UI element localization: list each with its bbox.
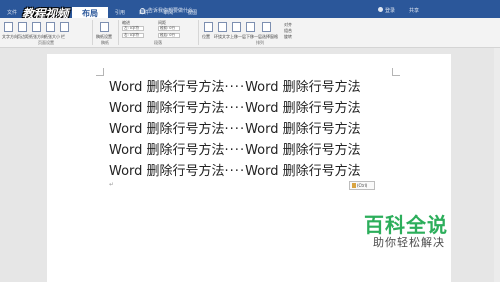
group-label-page-setup: 页面设置 xyxy=(38,40,54,45)
tab-references[interactable]: 引用 xyxy=(108,9,132,16)
ribbon-divider xyxy=(92,20,93,45)
margin-corner-mark xyxy=(96,68,104,76)
group-paragraph: 缩进 间距 左: 0字符 右: 0字符 段前: 0行 段后: 0行 段落 xyxy=(120,20,196,46)
group-label-paragraph: 段落 xyxy=(154,40,162,45)
group-page-setup: 文字方向 页边距 纸张方向 纸张大小 栏 页面设置 xyxy=(2,20,90,46)
text-line: Word 删除行号方法····Word 删除行号方法 xyxy=(109,164,361,179)
text-line: Word 删除行号方法····Word 删除行号方法 xyxy=(109,101,361,116)
share-button[interactable]: 共享 xyxy=(409,7,419,14)
clipboard-icon xyxy=(352,183,356,188)
space-after-field[interactable]: 段后: 0行 xyxy=(158,33,180,38)
bring-forward-icon[interactable] xyxy=(232,22,241,32)
selection-pane-icon[interactable] xyxy=(262,22,271,32)
columns-icon[interactable] xyxy=(60,22,69,32)
group-manuscript: 稿纸设置 稿纸 xyxy=(94,20,116,46)
baike-logo-subtitle: 助你轻松解决 xyxy=(373,236,445,249)
account-area: 登录 共享 xyxy=(378,7,419,14)
group-arrange: 位置 环绕文字 上移一层 下移一层 选择窗格 对齐 组合 旋转 排列 xyxy=(200,20,320,46)
ribbon-divider xyxy=(118,20,119,45)
size-icon[interactable] xyxy=(46,22,55,32)
lightbulb-icon xyxy=(140,7,145,14)
document-body[interactable]: Word 删除行号方法····Word 删除行号方法 Word 删除行号方法··… xyxy=(109,80,361,185)
space-before-field[interactable]: 段前: 0行 xyxy=(158,26,180,31)
paste-options-button[interactable]: (Ctrl) xyxy=(349,181,375,190)
group-label-arrange: 排列 xyxy=(256,40,264,45)
indent-left-field[interactable]: 左: 0字符 xyxy=(122,26,144,31)
text-direction-icon[interactable] xyxy=(4,22,13,32)
ribbon-divider xyxy=(198,20,199,45)
text-line: Word 删除行号方法····Word 删除行号方法 xyxy=(109,80,361,95)
group-label-manuscript: 稿纸 xyxy=(101,40,109,45)
orientation-icon[interactable] xyxy=(32,22,41,32)
tab-file[interactable]: 文件 xyxy=(0,9,24,16)
position-icon[interactable] xyxy=(204,22,213,32)
paste-options-label: (Ctrl) xyxy=(357,183,368,188)
send-backward-icon[interactable] xyxy=(246,22,255,32)
indent-right-field[interactable]: 右: 0字符 xyxy=(122,33,144,38)
text-line: Word 删除行号方法····Word 删除行号方法 xyxy=(109,122,361,137)
manuscript-icon[interactable] xyxy=(100,22,109,32)
sign-in-button[interactable]: 登录 xyxy=(378,7,395,14)
tell-me-search[interactable]: 告诉我你想要做什么 xyxy=(140,7,193,14)
user-icon xyxy=(378,7,383,12)
margins-icon[interactable] xyxy=(18,22,27,32)
text-line: Word 删除行号方法····Word 删除行号方法 xyxy=(109,143,361,158)
tell-me-label: 告诉我你想要做什么 xyxy=(148,8,194,14)
vertical-scrollbar[interactable] xyxy=(494,48,500,282)
paragraph-mark: ↵ xyxy=(109,181,115,188)
wrap-text-icon[interactable] xyxy=(218,22,227,32)
margin-corner-mark xyxy=(392,68,400,76)
ribbon-toolbar: 文字方向 页边距 纸张方向 纸张大小 栏 页面设置 稿纸设置 稿纸 缩进 间距 … xyxy=(0,18,500,48)
